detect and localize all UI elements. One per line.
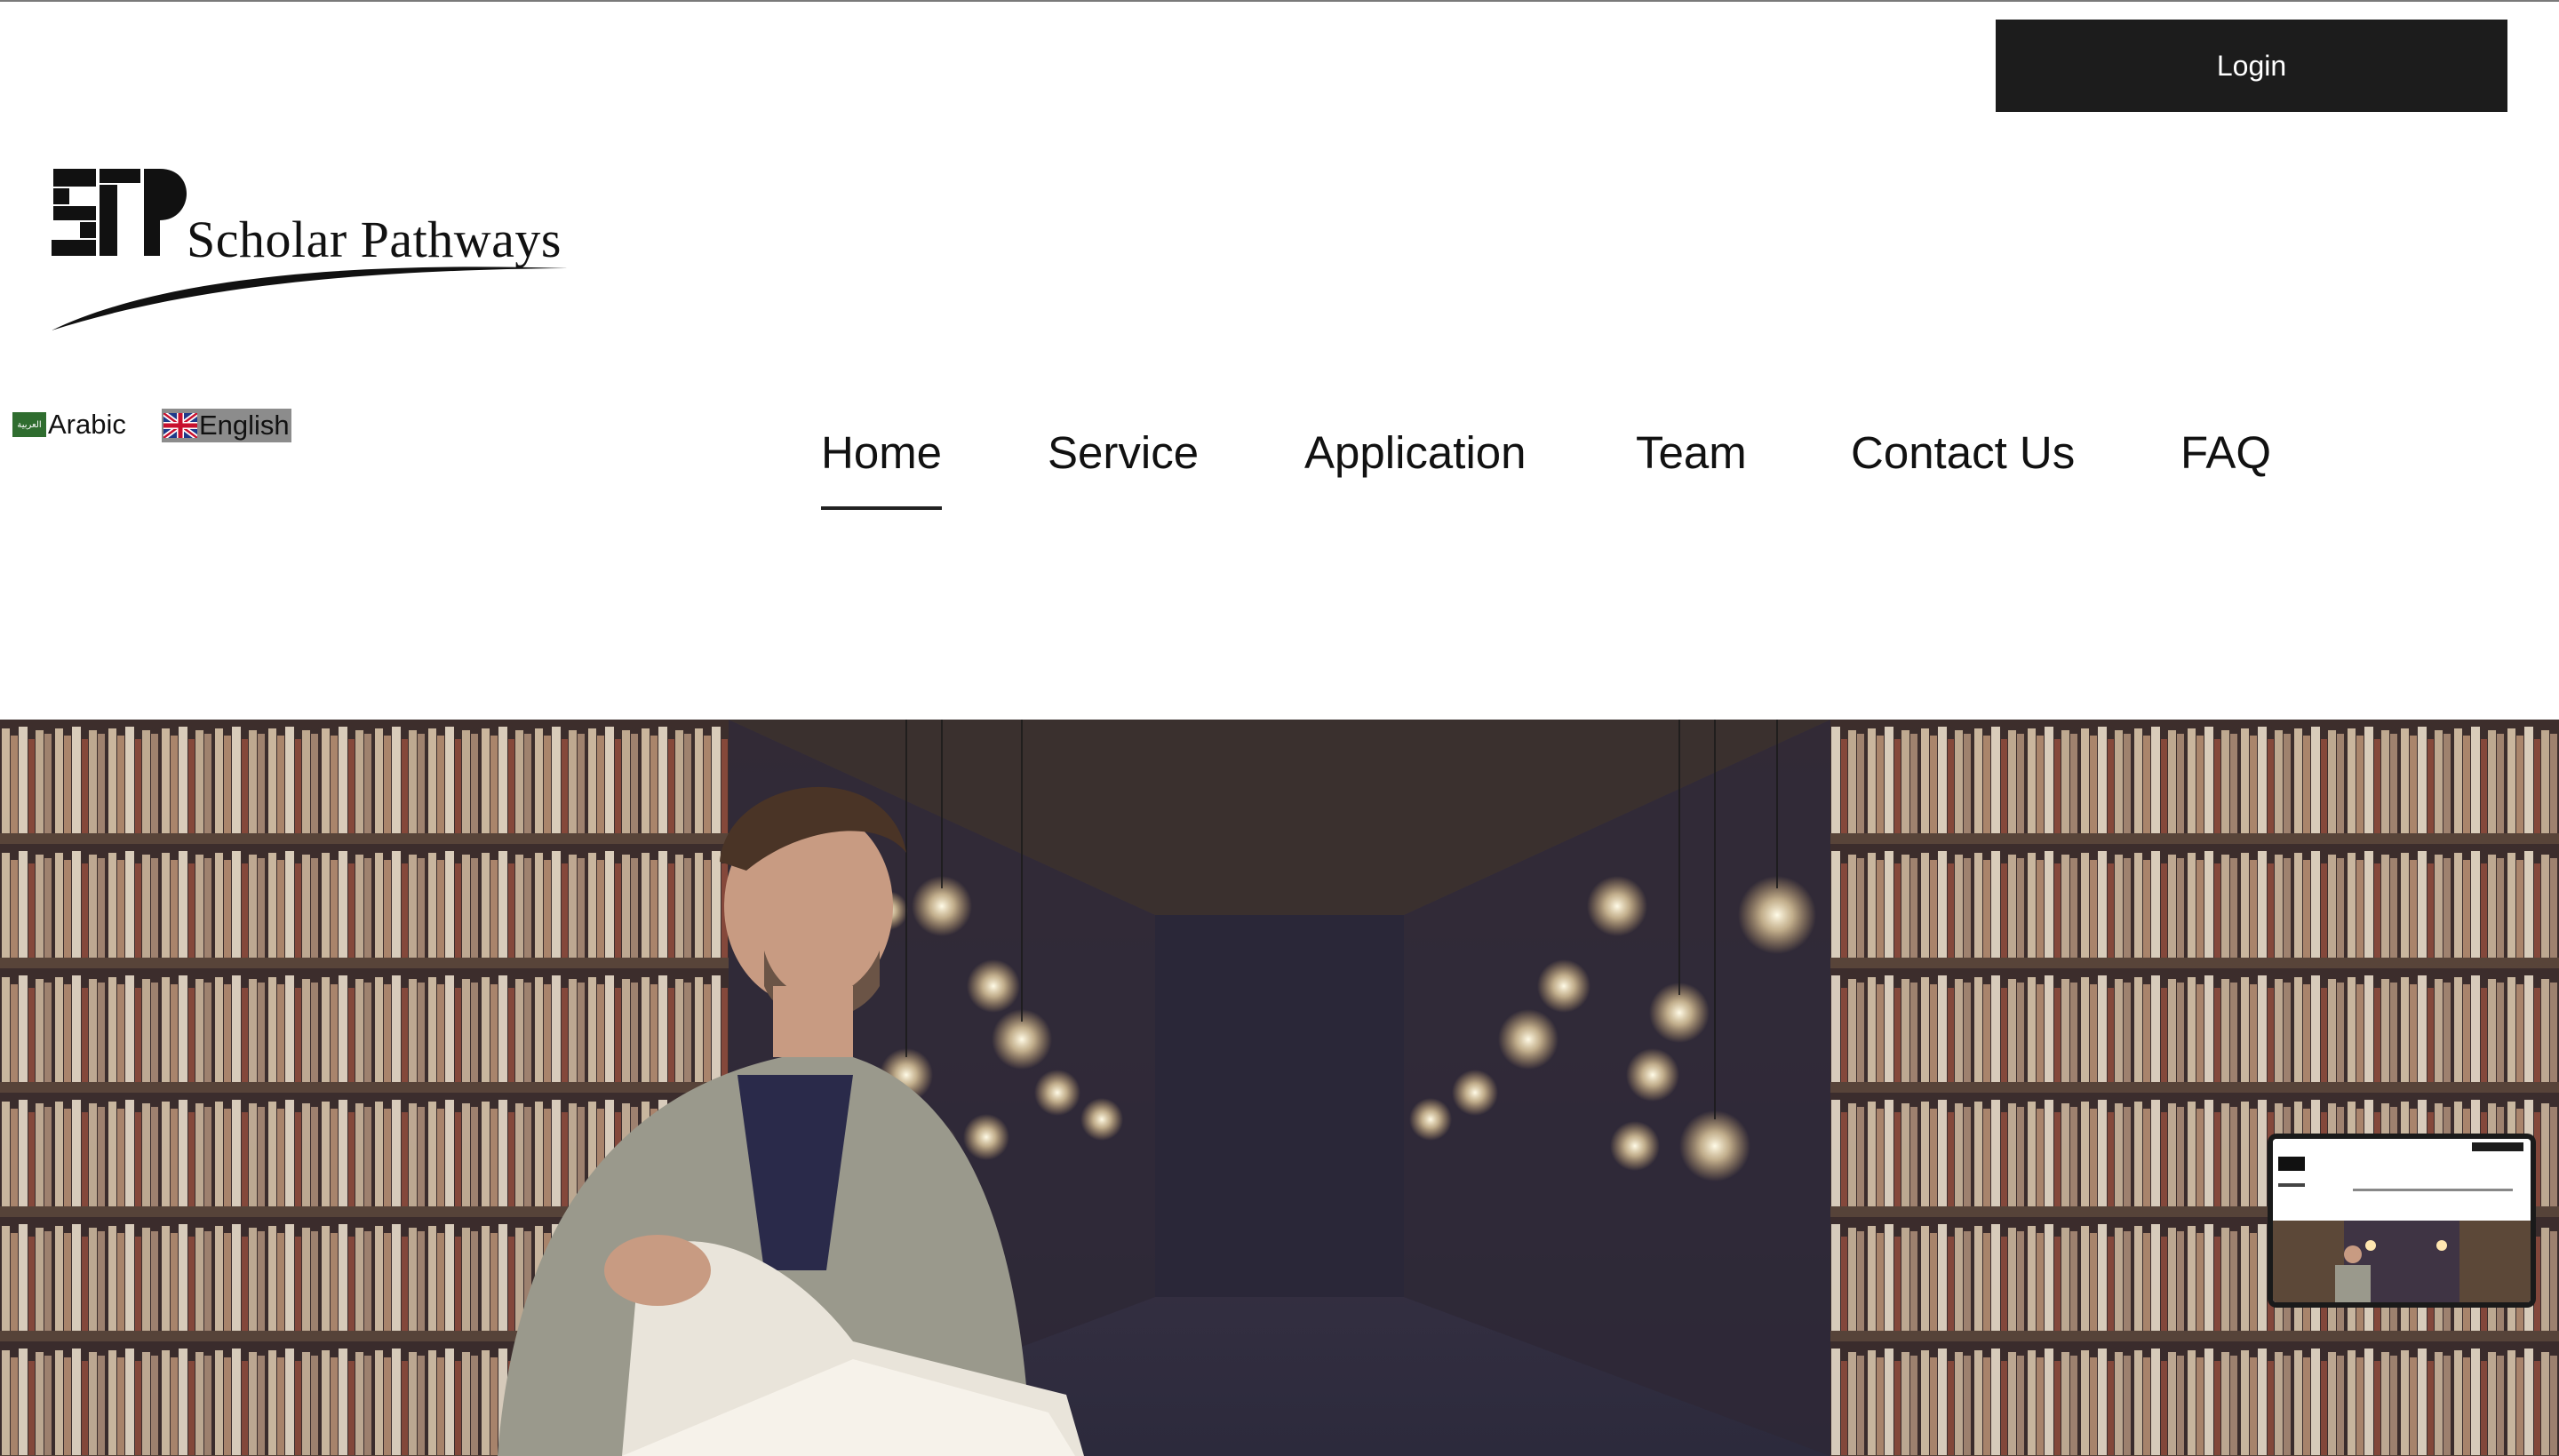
nav-home[interactable]: Home [821,421,942,485]
library-photo [0,720,2559,1456]
preview-image [2273,1139,2531,1302]
nav-faq[interactable]: FAQ [2180,421,2271,485]
nav-contact-us[interactable]: Contact Us [1851,421,2075,485]
nav-team[interactable]: Team [1636,421,1747,485]
hero-image [0,720,2559,1456]
nav-application[interactable]: Application [1304,421,1527,485]
page-preview-thumbnail[interactable] [2268,1134,2536,1308]
site-logo[interactable]: Scholar Pathways [52,165,567,330]
logo-text: Scholar Pathways [187,211,562,268]
top-border [0,0,2559,2]
logo-swoosh [52,267,567,330]
login-button[interactable]: Login [1996,20,2507,112]
logo-mark [52,169,187,256]
nav-active-indicator [821,506,942,510]
nav-service[interactable]: Service [1048,421,1199,485]
main-nav: Home Service Application Team Contact Us… [0,421,2559,519]
